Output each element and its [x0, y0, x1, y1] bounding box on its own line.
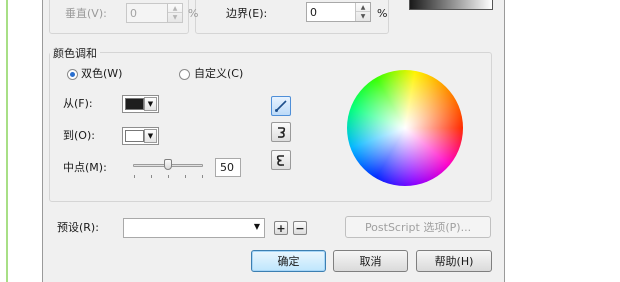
color-blend-title: 颜色调和 [50, 45, 100, 61]
slider-tick [185, 175, 186, 178]
direct-blend-icon [275, 100, 287, 112]
border-spin-arrows[interactable]: ▲ ▼ [355, 3, 370, 21]
border-value: 0 [310, 6, 317, 19]
chevron-down-icon[interactable]: ▼ [254, 222, 260, 231]
chevron-down-icon[interactable]: ▼ [144, 129, 157, 143]
clockwise-blend-button[interactable] [271, 122, 291, 142]
add-preset-icon: + [276, 221, 286, 235]
two-color-label[interactable]: 双色(W) [81, 67, 122, 81]
add-preset-button[interactable]: + [274, 221, 288, 235]
two-color-radio[interactable] [67, 69, 78, 80]
vertical-value: 0 [130, 7, 137, 20]
spin-up-icon: ▲ [168, 4, 182, 13]
border-label: 边界(E): [226, 7, 268, 20]
postscript-options-button[interactable]: PostScript 选项(P)... [345, 216, 491, 238]
cancel-button[interactable]: 取消 [333, 250, 408, 272]
counterclockwise-blend-button[interactable] [271, 150, 291, 170]
counterclockwise-blend-icon [276, 155, 284, 166]
clockwise-blend-icon [278, 127, 286, 138]
slider-tick [151, 175, 152, 178]
midpoint-label: 中点(M): [63, 161, 107, 174]
to-label: 到(O): [63, 129, 95, 142]
to-color-swatch [125, 130, 144, 142]
background-green-line [6, 0, 8, 282]
vertical-spinbox: 0 ▲ ▼ [126, 3, 183, 23]
chevron-down-icon[interactable]: ▼ [144, 97, 157, 111]
border-spinbox[interactable]: 0 ▲ ▼ [306, 2, 371, 22]
color-wheel[interactable] [347, 70, 463, 186]
from-label: 从(F): [63, 97, 93, 110]
vertical-unit: % [188, 7, 199, 20]
fountain-fill-dialog: 垂直(V): 0 ▲ ▼ % 边界(E): 0 ▲ ▼ % 颜色调和 双色(W)… [42, 0, 505, 282]
from-color-picker[interactable]: ▼ [122, 95, 159, 113]
preset-label: 预设(R): [57, 221, 99, 234]
midpoint-slider-thumb[interactable] [164, 159, 172, 170]
spin-down-icon: ▼ [172, 14, 178, 21]
slider-tick [168, 175, 169, 178]
remove-preset-icon: − [295, 221, 305, 235]
remove-preset-button[interactable]: − [293, 221, 307, 235]
preset-combobox[interactable]: ▼ [123, 218, 265, 238]
border-unit: % [377, 7, 388, 20]
gradient-preview [409, 0, 493, 10]
custom-radio[interactable] [179, 69, 190, 80]
help-button[interactable]: 帮助(H) [416, 250, 492, 272]
midpoint-input[interactable]: 50 [215, 158, 241, 177]
ok-button[interactable]: 确定 [251, 250, 326, 272]
slider-tick [134, 175, 135, 178]
custom-label[interactable]: 自定义(C) [194, 67, 243, 81]
vertical-label: 垂直(V): [65, 7, 107, 20]
from-color-swatch [125, 98, 144, 110]
to-color-picker[interactable]: ▼ [122, 127, 159, 145]
slider-tick [202, 175, 203, 178]
spin-down-icon[interactable]: ▼ [356, 12, 370, 21]
vertical-spin-arrows: ▲ ▼ [167, 4, 182, 22]
direct-blend-button[interactable] [271, 96, 291, 116]
spin-up-icon[interactable]: ▲ [356, 3, 370, 12]
